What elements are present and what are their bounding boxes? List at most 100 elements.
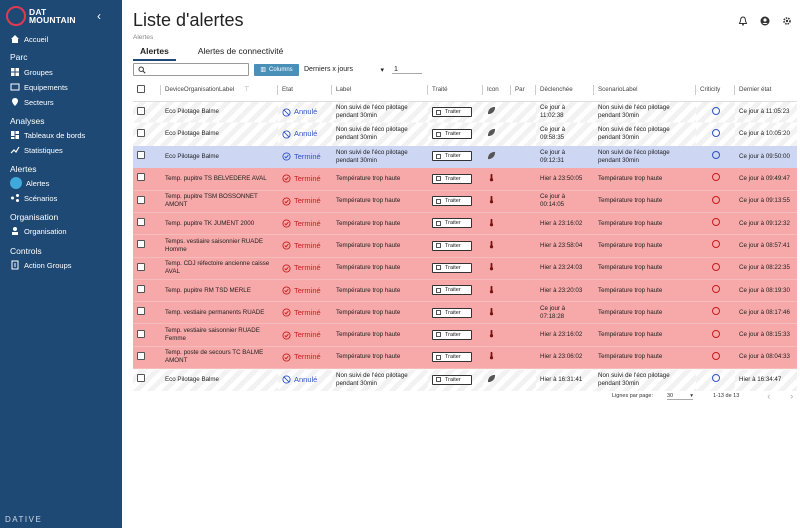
row-checkbox[interactable] <box>137 151 145 160</box>
select-all-checkbox[interactable] <box>137 84 145 93</box>
cell-declenchee: Hier à 16:31:41 <box>536 368 594 391</box>
next-page-button[interactable]: › <box>790 391 793 401</box>
cell-dernier-etat: Ce jour à 08:04:33 <box>735 346 797 370</box>
breadcrumb[interactable]: Alertes <box>133 34 153 41</box>
col-device[interactable]: DeviceOrganisationLabel ⊤ <box>161 79 278 102</box>
gear-icon[interactable] <box>782 16 792 26</box>
checkbox-icon <box>436 176 441 182</box>
row-checkbox[interactable] <box>137 173 145 182</box>
table-row[interactable]: Temp. pupitre TS BELVEDERE AVAL Terminé Te… <box>133 167 797 191</box>
table-row[interactable]: Eco Pilotage Balme Terminé Non suivi de l'… <box>133 145 797 168</box>
table-row[interactable]: Temp. pupitre TK JUMENT 2000 Terminé Tempé… <box>133 212 797 236</box>
traiter-button[interactable]: Traiter <box>432 374 472 385</box>
traiter-button[interactable]: Traiter <box>432 129 472 140</box>
bell-icon[interactable] <box>738 16 748 26</box>
leaf-icon <box>487 107 496 115</box>
columns-button[interactable]: ▥ Columns <box>254 63 299 76</box>
days-input[interactable]: 1 <box>392 66 422 74</box>
col-criticity[interactable]: Criticity <box>696 79 735 102</box>
checkbox-icon <box>436 109 441 115</box>
traiter-button[interactable]: Traiter <box>432 307 472 318</box>
columns-icon: ▥ <box>260 67 266 73</box>
cell-dernier-etat: Ce jour à 09:12:32 <box>735 212 797 236</box>
traiter-button[interactable]: Traiter <box>432 240 472 251</box>
sidebar-item-accueil[interactable]: Accueil <box>10 33 48 45</box>
sidebar-item-tableaux-de-bords[interactable]: Tableaux de bords <box>10 129 85 141</box>
cell-par <box>511 167 536 191</box>
cell-label: Température trop haute <box>332 323 428 347</box>
sidebar-item-equipements[interactable]: Equipements <box>10 81 68 93</box>
table-row[interactable]: Temp. vestiaire permanents RUADE Terminé T… <box>133 301 797 325</box>
table-row[interactable]: Temp. pupitre RM TSD MERLE Terminé Tempéra… <box>133 279 797 303</box>
row-checkbox[interactable] <box>137 329 145 338</box>
row-checkbox[interactable] <box>137 374 145 383</box>
prev-page-button[interactable]: ‹ <box>767 391 770 401</box>
cell-dernier-etat: Ce jour à 08:22:35 <box>735 257 797 280</box>
traiter-button[interactable]: Traiter <box>432 107 472 118</box>
cell-declenchee: Hier à 23:16:02 <box>536 323 594 347</box>
cell-par <box>511 190 536 213</box>
collapse-sidebar-button[interactable]: ‹ <box>97 9 101 23</box>
row-checkbox[interactable] <box>137 218 145 227</box>
row-checkbox[interactable] <box>137 195 145 204</box>
col-par[interactable]: Par <box>511 79 536 102</box>
traiter-button[interactable]: Traiter <box>432 218 472 229</box>
traiter-button[interactable]: Traiter <box>432 173 472 184</box>
period-select[interactable]: Derniers x jours ▾ <box>304 66 384 74</box>
sidebar-item-organisation[interactable]: Organisation <box>10 225 67 237</box>
alerts-table: DeviceOrganisationLabel ⊤ Etat Label Trai… <box>133 79 797 391</box>
cell-device: Temp. pupitre TK JUMENT 2000 <box>161 212 278 236</box>
search-input[interactable] <box>133 63 249 76</box>
cell-dernier-etat: Ce jour à 08:15:33 <box>735 323 797 347</box>
cell-par <box>511 368 536 391</box>
row-checkbox[interactable] <box>137 351 145 360</box>
col-label[interactable]: Label <box>332 79 428 102</box>
table-row[interactable]: Temps. vestiaire saisonnier RUADE Homme T… <box>133 234 797 258</box>
sidebar-item-groupes[interactable]: Groupes <box>10 66 53 78</box>
col-icon[interactable]: Icon <box>483 79 511 102</box>
status-badge: Terminé <box>282 331 328 340</box>
table-row[interactable]: Eco Pilotage Balme Annulé Non suivi de l'é… <box>133 123 797 146</box>
col-declenchee[interactable]: Déclenchée <box>536 79 594 102</box>
status-badge: Annulé <box>282 130 328 139</box>
row-checkbox[interactable] <box>137 240 145 249</box>
sidebar-item-scenarios[interactable]: Scénarios <box>10 192 57 204</box>
sidebar-item-alertes[interactable]: Alertes <box>10 177 49 189</box>
tab-alertes-connectivite[interactable]: Alertes de connectivité <box>191 45 291 61</box>
check-circle-icon <box>282 331 291 340</box>
sidebar-item-action-groups[interactable]: Action Groups <box>10 259 72 271</box>
account-icon[interactable] <box>760 16 770 26</box>
sidebar-item-statistiques[interactable]: Statistiques <box>10 144 63 156</box>
traiter-button[interactable]: Traiter <box>432 329 472 340</box>
table-row[interactable]: Eco Pilotage Balme Annulé Non suivi de l'é… <box>133 368 797 391</box>
table-row[interactable]: Temp. CDJ réfectoire ancienne caisse AVA… <box>133 257 797 280</box>
table-row[interactable]: Temp. pupitre TSM BOSSONNET AMONT Terminé… <box>133 190 797 213</box>
cell-device: Temp. vestiaire permanents RUADE <box>161 301 278 325</box>
cell-device: Eco Pilotage Balme <box>161 145 278 168</box>
traiter-button[interactable]: Traiter <box>432 352 472 363</box>
row-checkbox[interactable] <box>137 106 145 115</box>
row-checkbox[interactable] <box>137 285 145 294</box>
col-scenario[interactable]: ScenarioLabel <box>594 79 696 102</box>
tab-alertes[interactable]: Alertes <box>133 45 176 61</box>
row-checkbox[interactable] <box>137 128 145 137</box>
traiter-button[interactable]: Traiter <box>432 285 472 296</box>
thermometer-icon <box>489 196 494 204</box>
col-dernier-etat[interactable]: Dernier état <box>735 79 797 102</box>
traiter-button[interactable]: Traiter <box>432 151 472 162</box>
table-row[interactable]: Temp. vestiaire saisonnier RUADE Femme Te… <box>133 323 797 347</box>
sidebar-item-secteurs[interactable]: Secteurs <box>10 96 54 108</box>
traiter-button[interactable]: Traiter <box>432 196 472 207</box>
device-icon <box>10 83 20 91</box>
cell-declenchee: Ce jour à 07:18:28 <box>536 301 594 325</box>
traiter-button[interactable]: Traiter <box>432 262 472 273</box>
row-checkbox[interactable] <box>137 307 145 316</box>
rows-per-page-select[interactable]: 30 ▾ <box>666 393 693 400</box>
col-traite[interactable]: Traité <box>428 79 483 102</box>
table-row[interactable]: Temp. poste de secours TC BALME AMONT Ter… <box>133 346 797 370</box>
cell-dernier-etat: Ce jour à 08:19:30 <box>735 279 797 303</box>
table-row[interactable]: Eco Pilotage Balme Annulé Non suivi de l'é… <box>133 101 797 124</box>
col-etat[interactable]: Etat <box>278 79 332 102</box>
section-title-parc: Parc <box>10 52 28 62</box>
row-checkbox[interactable] <box>137 262 145 271</box>
